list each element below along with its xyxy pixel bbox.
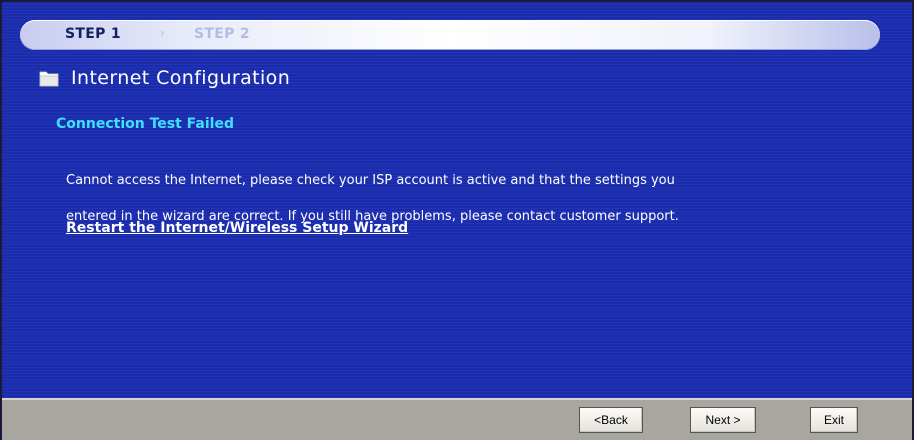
- page-header: Internet Configuration: [39, 66, 290, 90]
- step-separator-icon: ›: [160, 26, 165, 40]
- step-1-indicator: STEP 1: [65, 26, 121, 42]
- folder-icon: [39, 71, 59, 87]
- step-2-indicator: STEP 2: [194, 26, 250, 42]
- restart-wizard-link[interactable]: Restart the Internet/Wireless Setup Wiza…: [66, 220, 408, 236]
- page-title: Internet Configuration: [71, 67, 291, 89]
- connection-status-heading: Connection Test Failed: [56, 116, 234, 132]
- back-button[interactable]: <Back: [579, 407, 643, 433]
- wizard-window: STEP 1 › STEP 2 Internet Configuration C…: [0, 0, 914, 440]
- error-message-line-1: Cannot access the Internet, please check…: [66, 173, 675, 188]
- next-button[interactable]: Next >: [690, 407, 756, 433]
- step-progress-bar: STEP 1 › STEP 2: [20, 20, 880, 50]
- exit-button[interactable]: Exit: [810, 407, 858, 433]
- wizard-footer: <Back Next > Exit: [2, 398, 912, 440]
